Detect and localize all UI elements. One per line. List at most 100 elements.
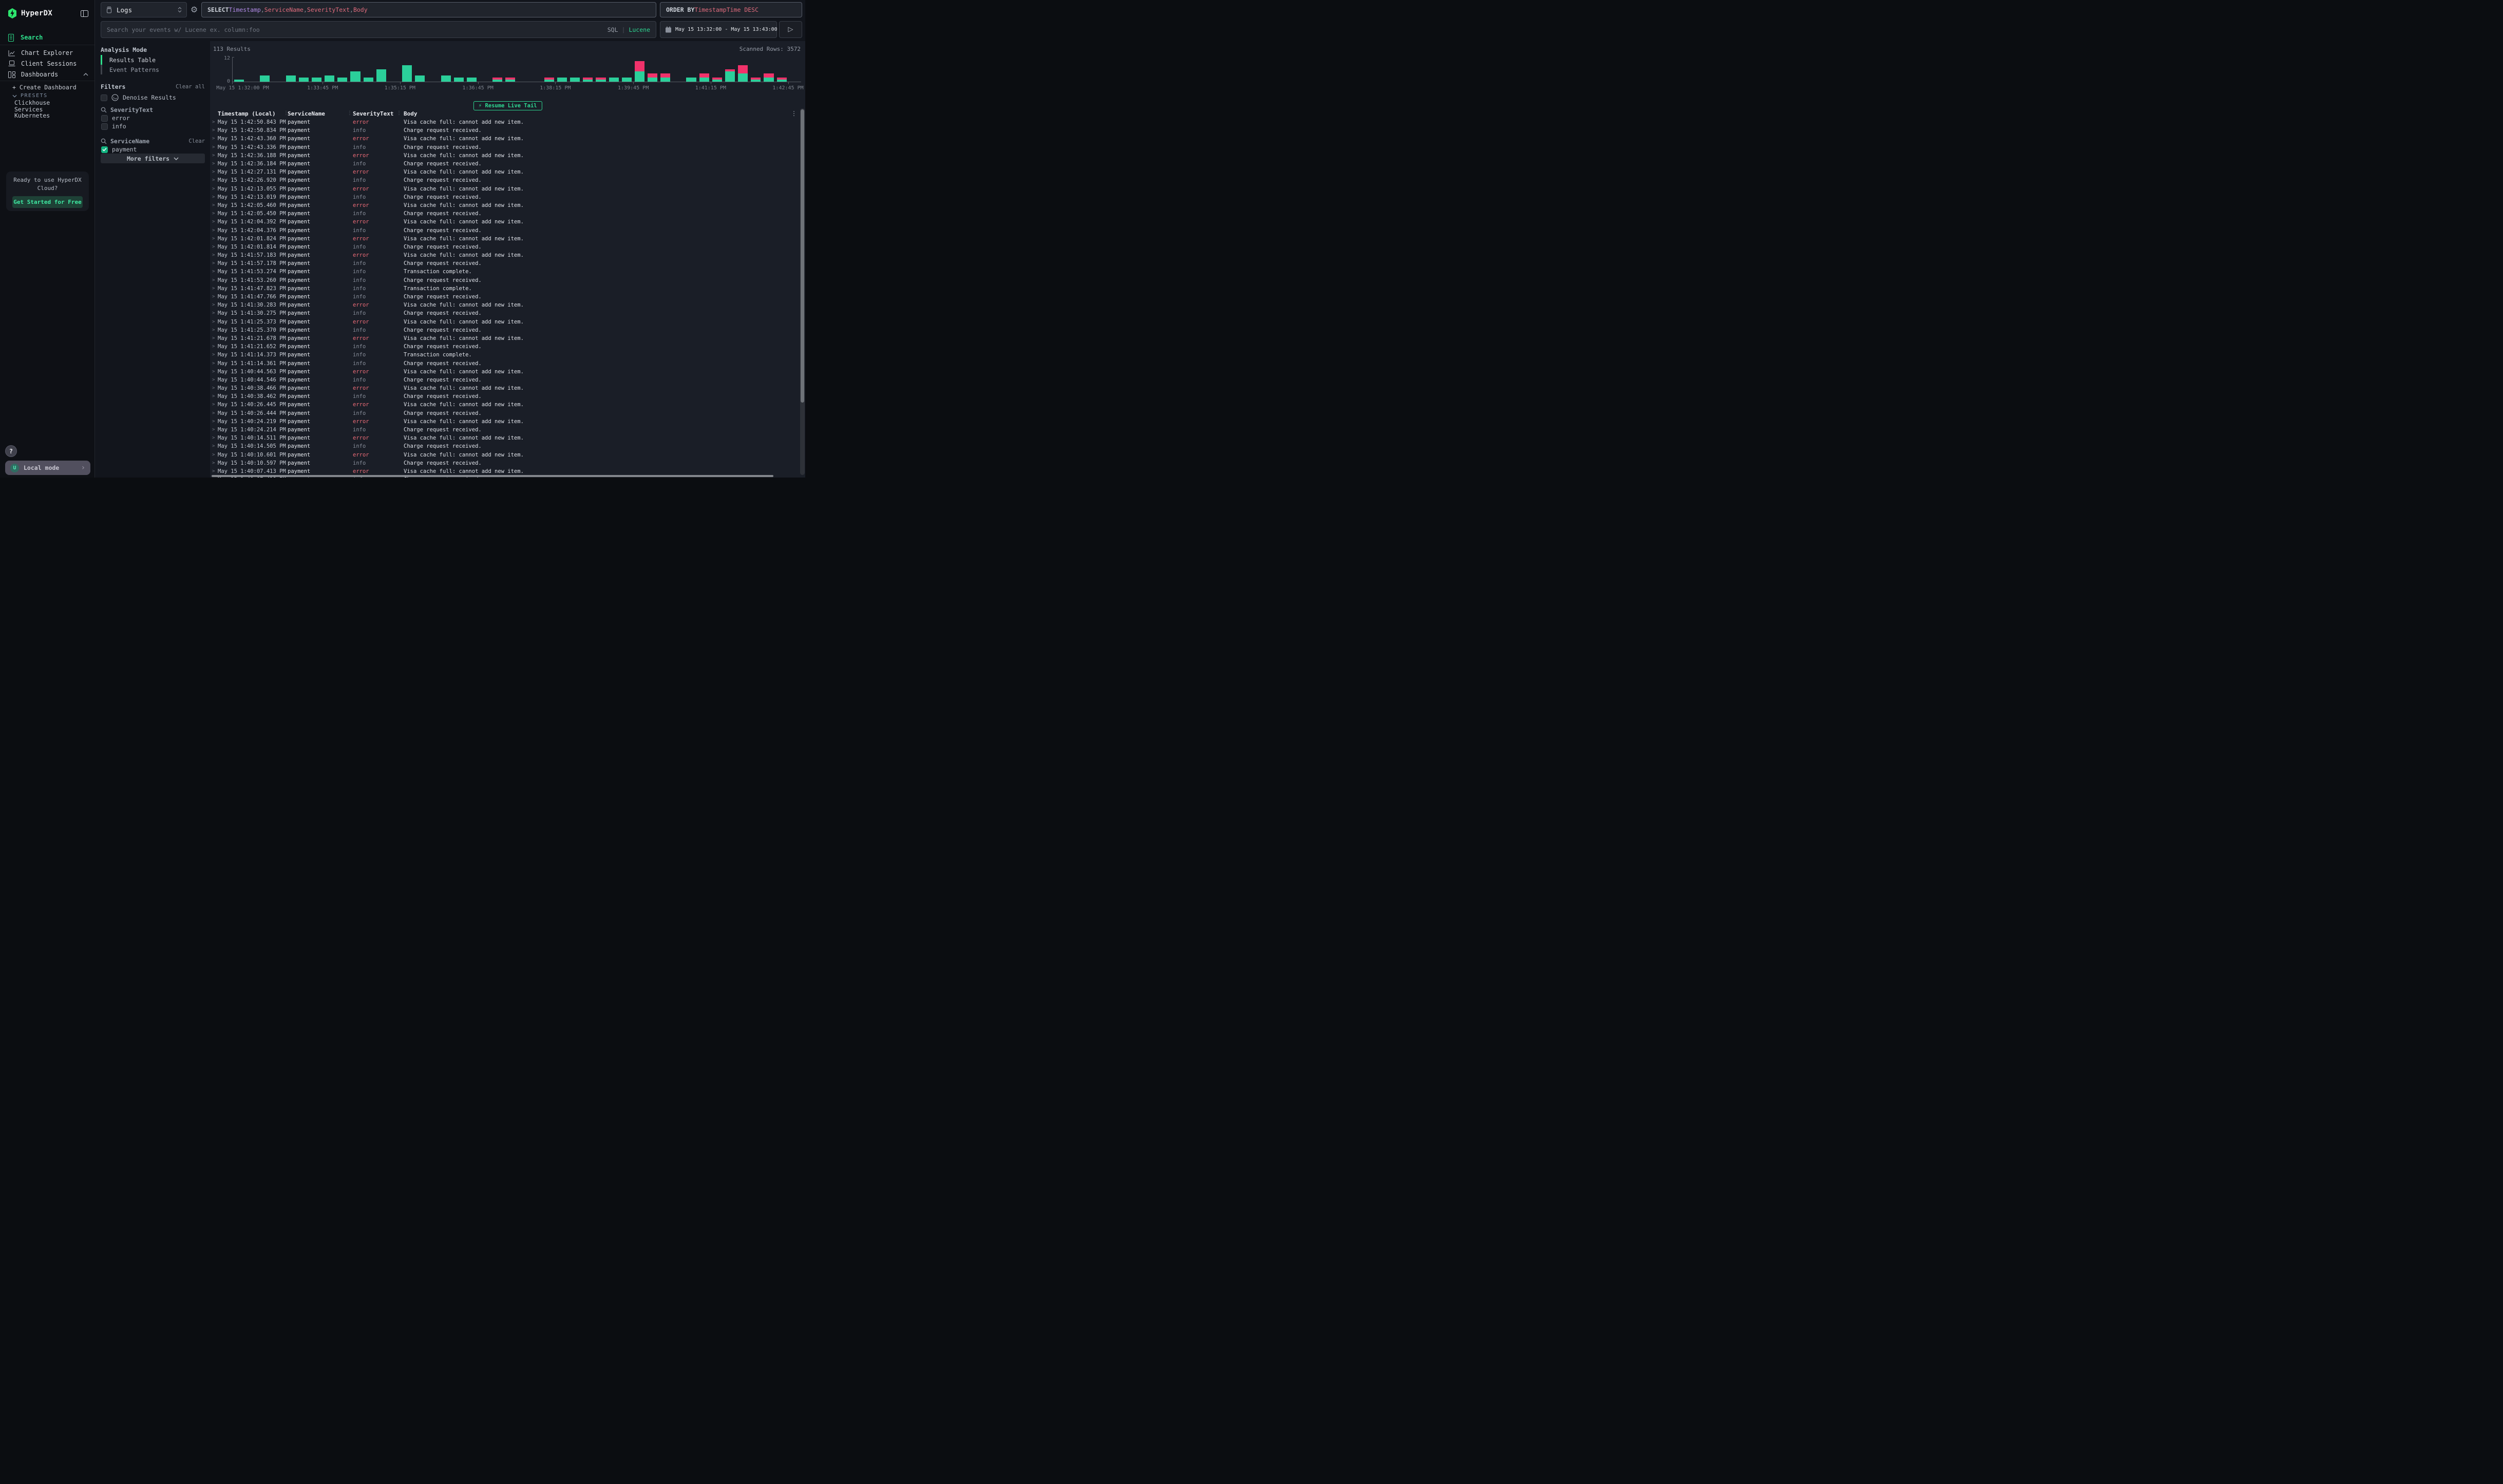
table-row[interactable]: >May 15 1:41:21.678 PMpaymenterrorVisa c… (210, 334, 799, 343)
table-row[interactable]: >May 15 1:42:05.450 PMpaymentinfoCharge … (210, 210, 799, 218)
row-expand-chevron-icon[interactable]: > (210, 253, 218, 258)
row-expand-chevron-icon[interactable]: > (210, 419, 218, 424)
more-filters-button[interactable]: More filters (101, 154, 205, 163)
run-query-button[interactable]: ▷ (779, 21, 802, 38)
row-expand-chevron-icon[interactable]: > (210, 411, 218, 416)
row-expand-chevron-icon[interactable]: > (210, 286, 218, 291)
row-expand-chevron-icon[interactable]: > (210, 261, 218, 266)
table-row[interactable]: >May 15 1:42:27.131 PMpaymenterrorVisa c… (210, 168, 799, 176)
sidebar-preset-kubernetes[interactable]: Kubernetes (14, 112, 50, 119)
row-expand-chevron-icon[interactable]: > (210, 444, 218, 449)
table-row[interactable]: >May 15 1:42:26.920 PMpaymentinfoCharge … (210, 176, 799, 184)
histogram-bar[interactable] (544, 78, 554, 82)
histogram-bar[interactable] (299, 78, 309, 82)
row-expand-chevron-icon[interactable]: > (210, 402, 218, 407)
table-row[interactable]: >May 15 1:40:26.445 PMpaymenterrorVisa c… (210, 401, 799, 409)
analysis-mode-event-patterns[interactable]: Event Patterns (101, 65, 206, 74)
column-header-body[interactable]: Body (401, 110, 799, 117)
filter-clear-link[interactable]: Clear (188, 138, 205, 144)
row-expand-chevron-icon[interactable]: > (210, 244, 218, 250)
row-expand-chevron-icon[interactable]: > (210, 319, 218, 325)
table-row[interactable]: >May 15 1:42:36.184 PMpaymentinfoCharge … (210, 160, 799, 168)
column-header-severitytext[interactable]: SeverityText (353, 110, 401, 117)
sidebar-item-dashboards[interactable]: Dashboards (8, 70, 88, 79)
vertical-scrollbar-thumb[interactable] (801, 109, 804, 403)
row-expand-chevron-icon[interactable]: > (210, 186, 218, 192)
table-row[interactable]: >May 15 1:42:43.360 PMpaymenterrorVisa c… (210, 135, 799, 143)
row-expand-chevron-icon[interactable]: > (210, 369, 218, 374)
row-expand-chevron-icon[interactable]: > (210, 427, 218, 432)
table-row[interactable]: >May 15 1:40:38.462 PMpaymentinfoCharge … (210, 392, 799, 401)
analysis-mode-results-table[interactable]: Results Table (101, 55, 206, 65)
table-row[interactable]: >May 15 1:41:53.260 PMpaymentinfoCharge … (210, 276, 799, 284)
histogram-bar[interactable] (312, 78, 321, 82)
column-resize-handle[interactable]: ⋮ (283, 110, 289, 116)
table-row[interactable]: >May 15 1:40:38.466 PMpaymenterrorVisa c… (210, 384, 799, 392)
row-expand-chevron-icon[interactable]: > (210, 344, 218, 349)
histogram-bar[interactable] (557, 78, 567, 82)
histogram-bar[interactable] (777, 78, 787, 82)
horizontal-scrollbar-thumb[interactable] (212, 475, 773, 477)
histogram-bar[interactable] (596, 78, 605, 82)
histogram-bar[interactable] (648, 73, 657, 82)
row-expand-chevron-icon[interactable]: > (210, 228, 218, 233)
histogram-bar[interactable] (492, 78, 502, 82)
histogram-bar[interactable] (402, 65, 412, 82)
filter-option-error[interactable]: error (101, 114, 205, 122)
histogram-bar[interactable] (505, 78, 515, 82)
histogram-bar[interactable] (660, 73, 670, 82)
histogram-bar[interactable] (751, 78, 761, 82)
row-expand-chevron-icon[interactable]: > (210, 336, 218, 341)
clear-all-link[interactable]: Clear all (176, 84, 205, 90)
toggle-sql[interactable]: SQL (608, 26, 618, 33)
histogram-bar[interactable] (337, 78, 347, 82)
table-row[interactable]: >May 15 1:40:14.505 PMpaymentinfoCharge … (210, 442, 799, 450)
horizontal-scrollbar[interactable] (212, 475, 791, 477)
histogram-bar[interactable] (415, 75, 425, 82)
table-row[interactable]: >May 15 1:42:50.843 PMpaymenterrorVisa c… (210, 118, 799, 126)
vertical-scrollbar[interactable] (800, 108, 805, 475)
row-expand-chevron-icon[interactable]: > (210, 302, 218, 308)
table-row[interactable]: >May 15 1:42:36.188 PMpaymenterrorVisa c… (210, 151, 799, 160)
table-row[interactable]: >May 15 1:42:04.376 PMpaymentinfoCharge … (210, 226, 799, 234)
histogram-bar[interactable] (325, 75, 334, 82)
row-expand-chevron-icon[interactable]: > (210, 294, 218, 299)
histogram-bar[interactable] (376, 69, 386, 82)
denoise-results-option[interactable]: Denoise Results (101, 94, 176, 101)
filter-checkbox[interactable] (101, 146, 108, 153)
row-expand-chevron-icon[interactable]: > (210, 452, 218, 458)
table-row[interactable]: >May 15 1:40:10.597 PMpaymentinfoCharge … (210, 459, 799, 467)
row-expand-chevron-icon[interactable]: > (210, 236, 218, 241)
column-resize-handle[interactable]: ⋮ (347, 110, 352, 116)
table-row[interactable]: >May 15 1:41:57.183 PMpaymenterrorVisa c… (210, 251, 799, 259)
row-expand-chevron-icon[interactable]: > (210, 461, 218, 466)
table-row[interactable]: >May 15 1:40:14.511 PMpaymenterrorVisa c… (210, 434, 799, 442)
histogram-bar[interactable] (738, 65, 748, 82)
row-expand-chevron-icon[interactable]: > (210, 169, 218, 175)
row-expand-chevron-icon[interactable]: > (210, 352, 218, 357)
table-row[interactable]: >May 15 1:40:44.546 PMpaymentinfoCharge … (210, 376, 799, 384)
table-row[interactable]: >May 15 1:41:53.274 PMpaymentinfoTransac… (210, 268, 799, 276)
user-menu[interactable]: U Local mode › (5, 461, 90, 475)
table-row[interactable]: >May 15 1:41:14.373 PMpaymentinfoTransac… (210, 351, 799, 359)
toggle-lucene[interactable]: Lucene (629, 26, 650, 33)
table-row[interactable]: >May 15 1:40:07.413 PMpaymenterrorVisa c… (210, 467, 799, 475)
histogram-bar[interactable] (712, 78, 722, 82)
row-expand-chevron-icon[interactable]: > (210, 203, 218, 208)
row-expand-chevron-icon[interactable]: > (210, 278, 218, 283)
row-expand-chevron-icon[interactable]: > (210, 219, 218, 224)
histogram-bar[interactable] (635, 61, 644, 82)
table-row[interactable]: >May 15 1:41:47.823 PMpaymentinfoTransac… (210, 284, 799, 293)
column-header-timestamp[interactable]: Timestamp (Local) (218, 110, 288, 117)
sidebar-item-client-sessions[interactable]: Client Sessions (8, 59, 88, 68)
histogram-bar[interactable] (467, 78, 477, 82)
get-started-button[interactable]: Get Started for Free (12, 196, 83, 208)
table-row[interactable]: >May 15 1:41:25.373 PMpaymenterrorVisa c… (210, 318, 799, 326)
table-row[interactable]: >May 15 1:42:13.055 PMpaymenterrorVisa c… (210, 185, 799, 193)
sidebar-item-chart-explorer[interactable]: Chart Explorer (8, 48, 88, 58)
histogram-bar[interactable] (686, 78, 696, 82)
table-row[interactable]: >May 15 1:40:24.219 PMpaymenterrorVisa c… (210, 417, 799, 426)
row-expand-chevron-icon[interactable]: > (210, 328, 218, 333)
filter-option-payment[interactable]: payment (101, 145, 205, 154)
row-expand-chevron-icon[interactable]: > (210, 469, 218, 474)
